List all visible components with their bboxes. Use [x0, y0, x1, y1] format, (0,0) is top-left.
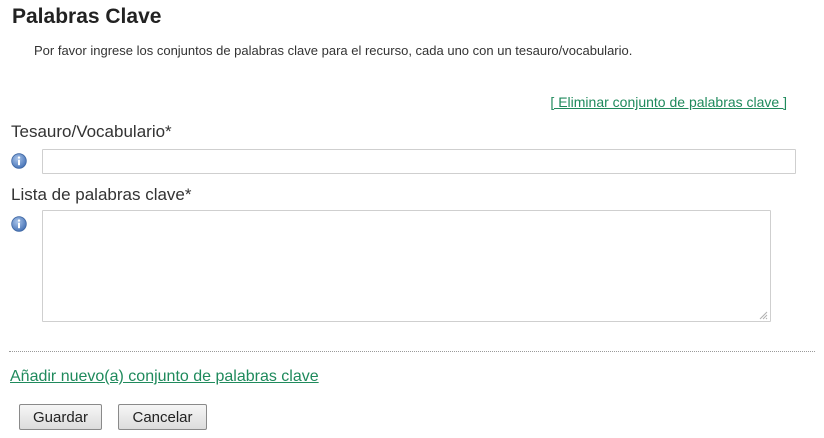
remove-keyword-set-link[interactable]: [ Eliminar conjunto de palabras clave ] [550, 94, 787, 110]
page-description: Por favor ingrese los conjuntos de palab… [34, 43, 633, 58]
section-divider [9, 351, 815, 352]
keywords-textarea[interactable] [42, 210, 771, 322]
thesaurus-label: Tesauro/Vocabulario* [11, 122, 172, 141]
cancel-button[interactable]: Cancelar [118, 404, 207, 430]
resize-grip-icon[interactable] [758, 310, 768, 320]
info-icon[interactable] [11, 216, 27, 232]
add-keyword-set-link[interactable]: Añadir nuevo(a) conjunto de palabras cla… [10, 368, 319, 386]
page-title: Palabras Clave [12, 5, 162, 28]
keywords-label: Lista de palabras clave* [11, 185, 192, 204]
thesaurus-input[interactable] [42, 149, 796, 174]
save-button[interactable]: Guardar [19, 404, 102, 430]
info-icon[interactable] [11, 153, 27, 169]
